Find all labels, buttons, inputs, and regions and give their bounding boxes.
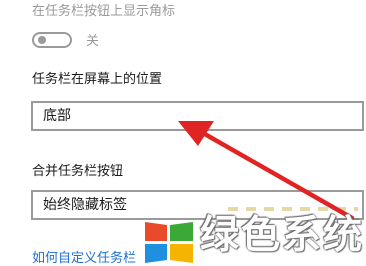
watermark-text: 绿色系统: [200, 213, 365, 258]
watermark-logo-icon: [145, 222, 193, 263]
